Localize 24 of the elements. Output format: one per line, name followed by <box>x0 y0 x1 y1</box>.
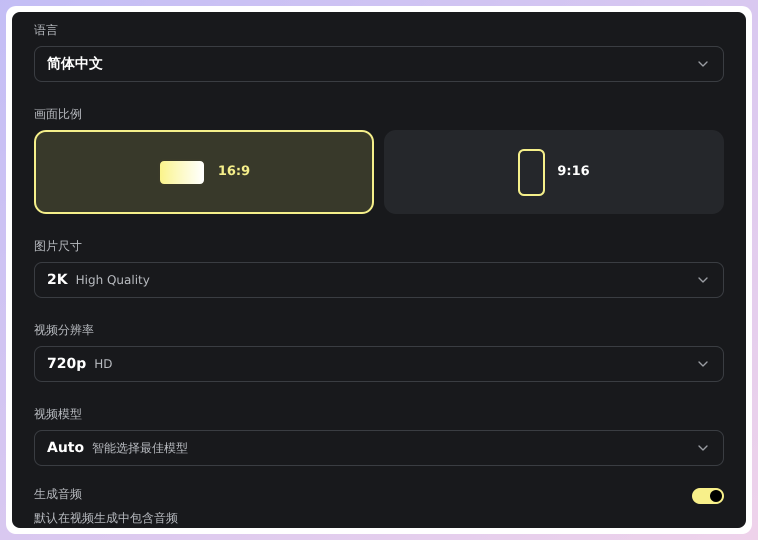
dropdown-select[interactable]: 720p HD <box>34 346 724 382</box>
field-label: 图片尺寸 <box>34 238 83 254</box>
dropdown-select[interactable]: 2K High Quality <box>34 262 724 298</box>
toggle-switch[interactable] <box>692 488 724 504</box>
select-value: 简体中文 <box>47 54 103 74</box>
setting-description: 默认在视频生成中包含音频 <box>34 510 178 526</box>
field-label: 语言 <box>34 22 59 38</box>
select-hint: HD <box>94 356 113 373</box>
select-value: Auto <box>47 438 84 458</box>
aspect-ratio-card[interactable]: 16:9 <box>34 130 374 214</box>
field-label: 画面比例 <box>34 106 83 122</box>
select-hint: 智能选择最佳模型 <box>92 440 188 457</box>
aspect-ratio-card[interactable]: 9:16 <box>384 130 724 214</box>
select-hint: High Quality <box>76 272 150 289</box>
select-value: 720p <box>47 354 86 374</box>
dropdown-select[interactable]: 简体中文 <box>34 46 724 82</box>
dropdown-select[interactable]: Auto 智能选择最佳模型 <box>34 430 724 466</box>
toggle-knob <box>710 490 722 502</box>
field-label: 视频分辨率 <box>34 322 95 338</box>
setting-title: 生成音频 <box>34 486 83 502</box>
field-label: 视频模型 <box>34 406 83 422</box>
portrait-frame-icon <box>518 148 546 196</box>
landscape-frame-icon <box>158 158 206 186</box>
select-value: 2K <box>47 270 68 290</box>
